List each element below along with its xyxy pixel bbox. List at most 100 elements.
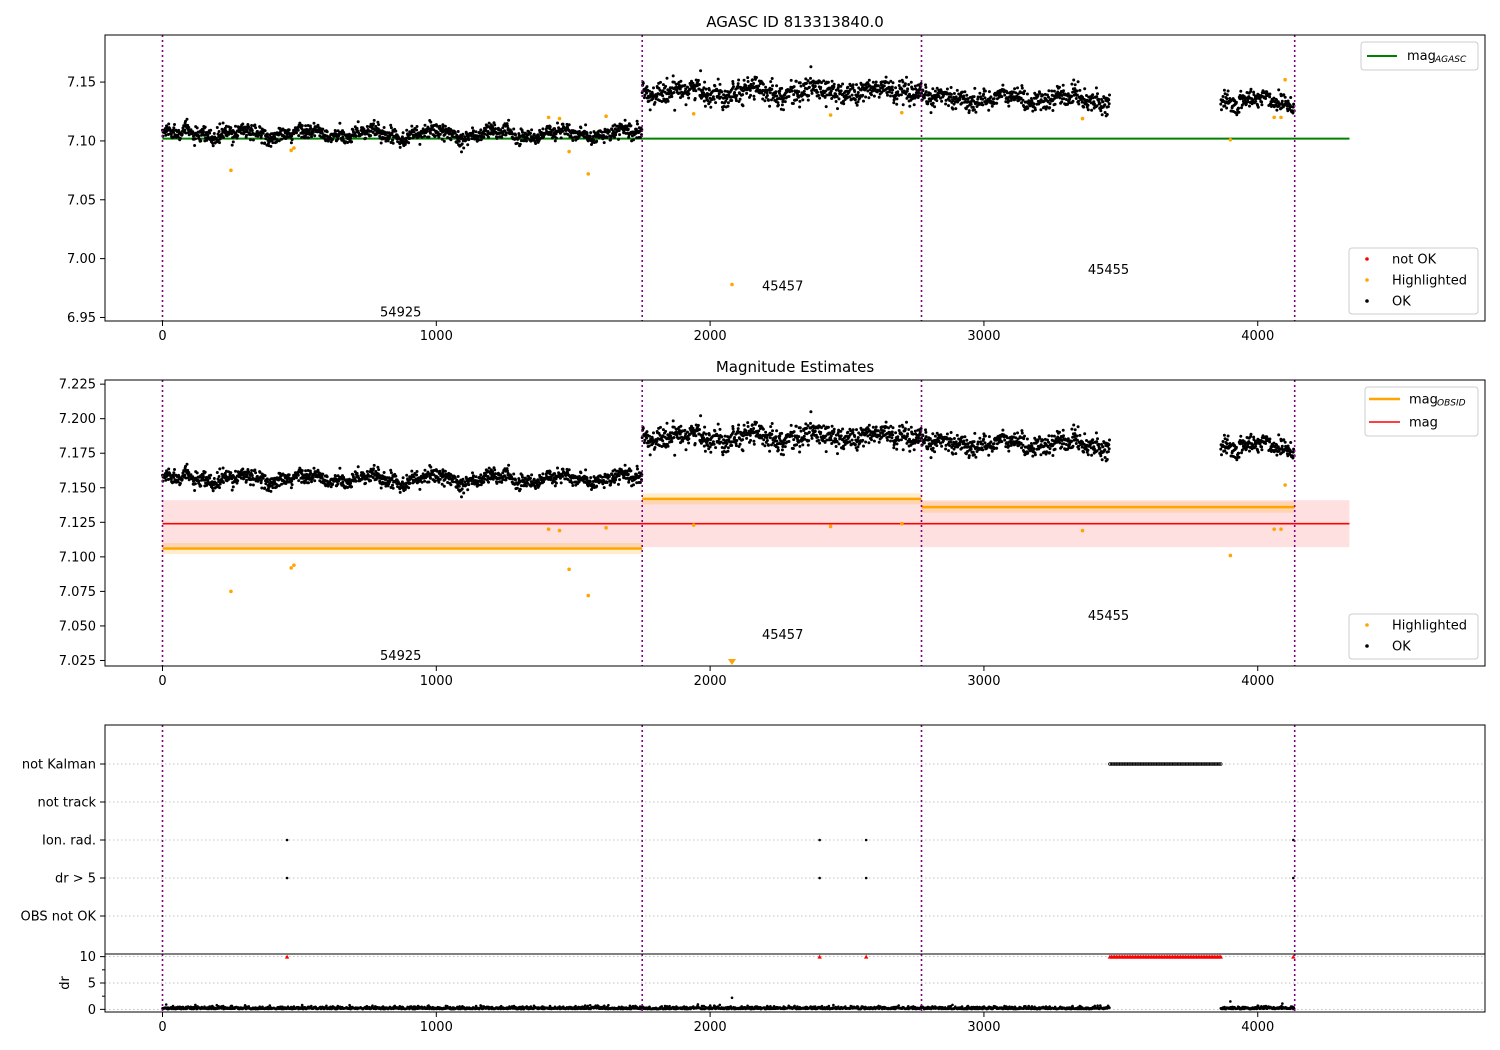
ok-point [824,105,828,109]
ok-point [1048,102,1052,106]
ok-point [1283,95,1287,99]
highlighted-point [557,116,562,121]
ok-point [418,487,422,491]
ok-point [931,101,935,105]
ok-point [589,131,593,135]
ok-point [495,481,499,485]
ok-point [463,135,467,139]
ok-point [846,85,850,89]
ok-point [886,93,889,97]
ok-point [1264,97,1268,100]
ok-point [415,473,419,477]
x-tick-label: 3000 [967,329,1000,344]
ok-point [752,442,756,446]
ok-point [460,150,463,154]
ok-point [664,429,668,433]
ok-point [856,100,860,104]
ok-point [254,471,258,475]
ok-point [834,100,838,103]
ok-point [768,91,772,95]
ok-point [972,108,976,112]
x-tick-label: 2000 [694,329,727,344]
ok-point [525,484,528,488]
ok-point [703,80,707,84]
ok-point [780,448,784,452]
ok-point [874,425,878,429]
ok-point [832,82,836,86]
ok-point [899,438,903,442]
ok-point [687,441,691,445]
ok-point [898,79,902,83]
ok-point [571,139,575,142]
ok-point [512,127,516,131]
ok-point [752,97,756,101]
ok-point [770,422,774,425]
ok-point [461,132,465,136]
ok-point [234,469,237,473]
highlighted-point [586,172,591,176]
ok-point [251,483,255,487]
ok-point [755,76,758,79]
ok-point [725,97,729,101]
ok-point [973,86,977,90]
ok-point [561,467,565,471]
ok-point [694,89,698,93]
ok-point [806,443,810,447]
ok-point [1094,86,1098,90]
ok-point [1240,106,1243,110]
ok-point [391,138,394,142]
ok-point [336,482,340,486]
ok-point [898,424,902,428]
ok-point [1005,91,1009,95]
ok-point [389,126,393,130]
ok-point [605,481,609,484]
ok-point [1105,113,1109,116]
ok-point [687,92,691,96]
ok-point [374,477,378,481]
ok-point [830,424,834,428]
ok-point [723,434,727,438]
ok-point [903,82,907,86]
ok-point [354,134,358,138]
ok-point [870,93,873,97]
ok-point [890,85,894,89]
ok-point [645,436,649,440]
ok-point [767,98,770,102]
ok-point [834,445,838,448]
ok-point [787,95,791,98]
ok-point [230,488,234,492]
ok-point [212,477,216,480]
ok-point [336,137,340,141]
ok-point [602,141,606,145]
ok-point [211,141,214,145]
ok-point [835,95,839,98]
ok-point [341,135,345,139]
ok-point [742,423,746,427]
ok-point [890,436,894,440]
ok-point [461,477,465,481]
ok-point [518,487,522,491]
ok-point [427,135,431,139]
ok-point [290,138,294,142]
ok-point [653,446,657,449]
ok-point [525,139,528,143]
ok-point [1041,93,1045,97]
ok-point [648,108,652,112]
ok-point [187,471,191,474]
ok-point [1226,89,1230,93]
ok-point [726,446,730,450]
ok-point [810,91,814,95]
ok-point [686,85,689,89]
ok-point [1086,103,1090,107]
ok-point [737,423,741,427]
ok-point [751,78,754,82]
ok-point [775,439,779,443]
ok-point [180,133,184,136]
ok-point [703,104,707,108]
ok-point [742,78,746,82]
ok-point [846,430,850,434]
ok-point [809,421,812,425]
ok-point [686,430,689,434]
ok-point [456,130,460,133]
ok-point [212,132,216,135]
